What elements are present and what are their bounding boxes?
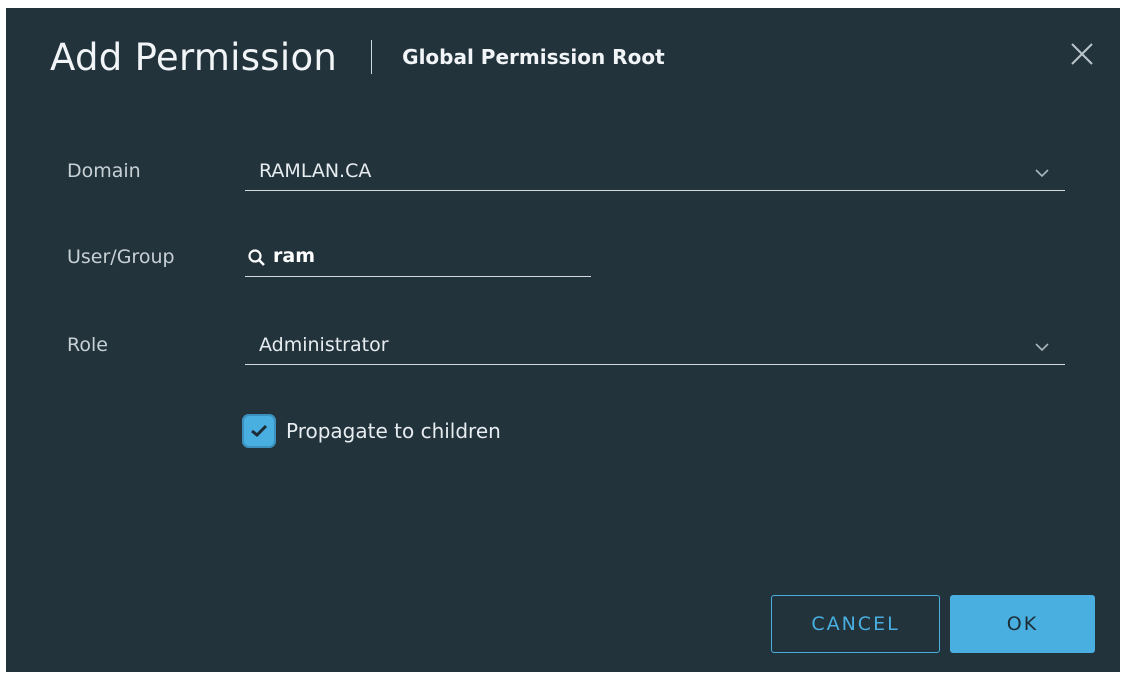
user-group-search [245,238,591,277]
dialog-title: Add Permission [50,35,338,79]
domain-value: RAMLAN.CA [259,160,372,182]
user-group-row: User/Group [6,238,1120,278]
propagate-checkbox[interactable] [242,414,276,448]
dialog-subtitle: Global Permission Root [402,45,665,69]
search-icon [247,248,267,268]
role-select[interactable]: Administrator [245,326,1065,365]
role-row: Role Administrator [6,326,1120,366]
chevron-down-icon [1035,339,1049,352]
cancel-button[interactable]: CANCEL [771,595,940,653]
dialog-header: Add Permission Global Permission Root [50,32,665,82]
chevron-down-icon [1035,165,1049,178]
domain-select[interactable]: RAMLAN.CA [245,152,1065,191]
title-divider [371,40,373,74]
ok-button[interactable]: OK [950,595,1095,653]
propagate-checkbox-row[interactable]: Propagate to children [242,413,501,449]
user-group-input[interactable] [273,243,573,269]
role-label: Role [67,334,108,356]
propagate-label: Propagate to children [286,419,501,443]
close-icon[interactable] [1068,40,1096,68]
domain-label: Domain [67,160,141,182]
add-permission-dialog: Add Permission Global Permission Root Do… [6,8,1120,672]
checkmark-icon [251,424,268,438]
domain-row: Domain RAMLAN.CA [6,152,1120,192]
user-group-label: User/Group [67,246,175,268]
role-value: Administrator [259,334,389,356]
